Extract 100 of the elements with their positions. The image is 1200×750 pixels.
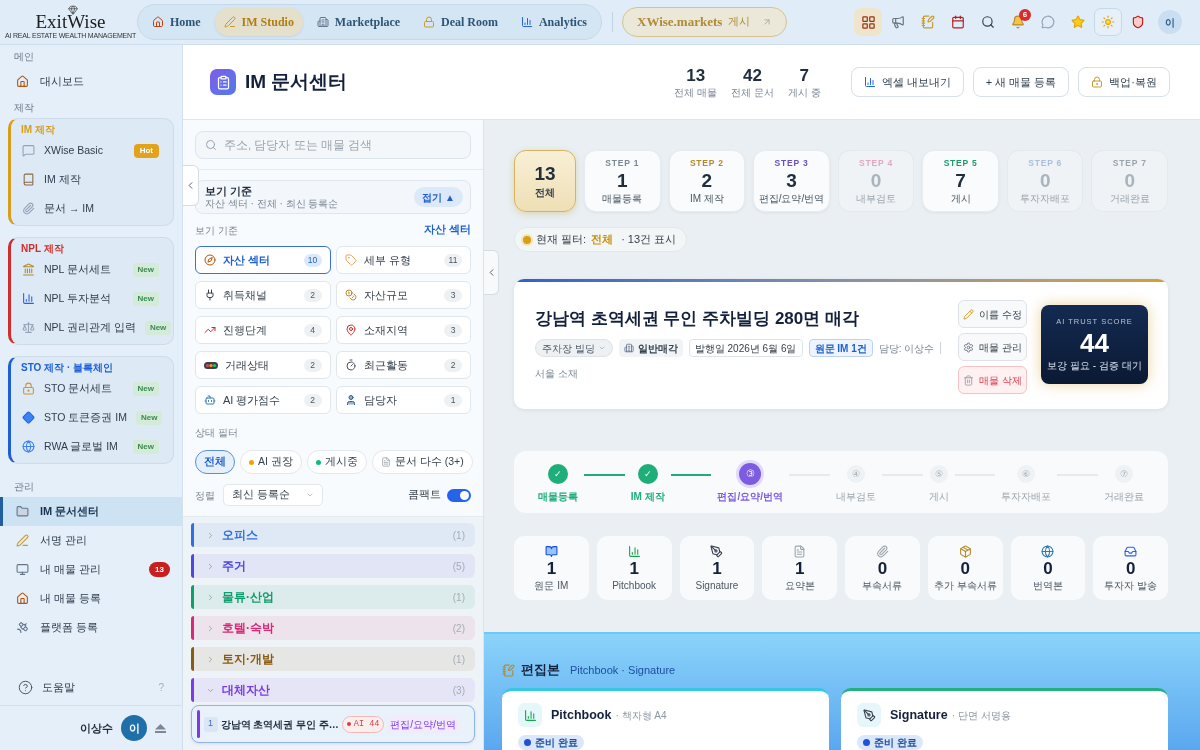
sidebar-item[interactable]: 내 매물 등록 xyxy=(0,584,182,613)
sidebar-item[interactable]: NPL 권리관계 입력 New xyxy=(11,313,173,342)
new-badge: New xyxy=(132,381,159,396)
step-name: 매물등록 xyxy=(538,490,578,504)
view-option[interactable]: AI 평가점수 2 xyxy=(195,386,331,414)
filter-chip[interactable]: AI 권장 xyxy=(240,450,302,474)
count-pill: 4 xyxy=(303,323,322,337)
nav-tab[interactable]: Deal Room xyxy=(414,8,508,36)
source-tag[interactable]: 원문 IM 1건 xyxy=(808,339,873,357)
search-field[interactable]: 주소, 담당자 또는 매물 검색 xyxy=(195,131,471,159)
section-label: 관리 xyxy=(13,480,35,494)
nav-tab[interactable]: Marketplace xyxy=(307,8,410,36)
step-name: IM 제작 xyxy=(630,490,665,504)
view-option[interactable]: 최근활동 2 xyxy=(335,351,471,379)
timer-icon xyxy=(344,359,357,371)
listing-action[interactable]: 이름 수정 xyxy=(958,300,1027,328)
satellite-icon xyxy=(16,621,29,634)
category-row[interactable]: 주거 (5) xyxy=(191,554,475,578)
group-title: STO 제작 · 블록체인 xyxy=(20,361,115,374)
stage-card[interactable]: 13 전체 xyxy=(514,150,576,212)
sidebar-item[interactable]: IM 제작 xyxy=(11,165,173,194)
category-name: 호텔·숙박 xyxy=(222,620,274,637)
category-row[interactable]: 호텔·숙박 (2) xyxy=(191,616,475,640)
stat-label: 전체 문서 xyxy=(731,86,774,99)
bar-chart-icon xyxy=(627,545,641,558)
sidebar-item[interactable]: 대시보드 xyxy=(0,67,182,96)
sidebar-item[interactable]: IM 문서센터 xyxy=(0,497,182,526)
view-option[interactable]: 자산규모 3 xyxy=(335,281,471,309)
sidebar-item[interactable]: XWise Basic Hot xyxy=(11,136,173,165)
category-row[interactable]: 토지·개발 (1) xyxy=(191,647,475,671)
eject-icon[interactable] xyxy=(155,723,166,733)
stage-card[interactable]: STEP 3 3 편집/요약/번역 xyxy=(753,150,830,212)
sidebar-item[interactable]: 내 매물 관리 13 xyxy=(0,555,182,584)
lock-icon xyxy=(423,16,436,28)
pen-icon xyxy=(16,534,29,547)
user-avatar[interactable]: 이 xyxy=(1158,10,1182,34)
listing-row[interactable]: 1 강남역 초역세권 무인 주… AI 44 편집/요약/번역 xyxy=(191,705,475,743)
view-option[interactable]: 거래상태 2 xyxy=(195,351,331,379)
count-pill: 3 xyxy=(444,288,462,302)
help-item[interactable]: 도움말 ? xyxy=(0,673,182,701)
sidebar-item[interactable]: STO 문서세트 New xyxy=(11,374,173,403)
collapse-toggle[interactable]: 접기 ▲ xyxy=(414,187,463,207)
filter-chip[interactable]: 문서 다수 (3+) xyxy=(371,450,473,474)
category-row[interactable]: 대체자산 (3) xyxy=(191,678,475,702)
pen-icon xyxy=(223,16,236,28)
nav-tab[interactable]: Home xyxy=(143,8,210,36)
nav-tab[interactable]: Analytics xyxy=(511,8,596,36)
toolbar-action[interactable]: 엑셀 내보내기 xyxy=(850,67,964,97)
view-option[interactable]: 진행단계 4 xyxy=(195,316,331,344)
collapse-handle[interactable] xyxy=(484,250,499,295)
sidebar-item[interactable]: STO 토큰증권 IM New xyxy=(11,403,173,432)
step-name: 편집/요약/번역 xyxy=(717,490,783,504)
type-select[interactable]: 주차장 빌딩 xyxy=(535,339,613,357)
category-row[interactable]: 오피스 (1) xyxy=(191,523,475,547)
sort-select[interactable]: 최신 등록순 xyxy=(223,484,323,506)
compact-toggle[interactable] xyxy=(447,488,471,502)
stage-card[interactable]: STEP 1 1 매물등록 xyxy=(584,150,661,212)
grid-button[interactable] xyxy=(854,8,882,36)
sidebar-item[interactable]: NPL 문서세트 New xyxy=(11,255,173,284)
sidebar-item[interactable]: 플랫폼 등록 xyxy=(0,613,182,642)
document-icon xyxy=(380,457,391,467)
user-avatar[interactable]: 이 xyxy=(121,715,147,741)
filter-value: 전체 xyxy=(591,232,614,248)
trash-icon xyxy=(963,374,975,386)
sidebar-item[interactable]: NPL 투자분석 New xyxy=(11,284,173,313)
step-marker: ⑤ xyxy=(929,465,948,483)
filter-chip[interactable]: 게시중 xyxy=(306,450,367,474)
plug-icon xyxy=(204,289,216,301)
listing-action[interactable]: 매물 삭제 xyxy=(958,366,1027,394)
view-option[interactable]: 담당자 1 xyxy=(335,386,471,414)
toolbar-action[interactable]: 백업·복원 xyxy=(1078,67,1170,97)
document-icon xyxy=(793,545,807,558)
stage-card[interactable]: STEP 5 7 게시 xyxy=(922,150,999,212)
tag-icon xyxy=(344,254,357,266)
view-option[interactable]: 세부 유형 11 xyxy=(335,246,471,274)
theme-toggle-button[interactable] xyxy=(1094,8,1122,36)
category-count: (1) xyxy=(452,590,465,605)
inbox-icon xyxy=(1124,545,1138,558)
view-option[interactable]: 자산 섹터 10 xyxy=(195,246,331,274)
view-option[interactable]: 소재지역 3 xyxy=(335,316,471,344)
collapse-handle[interactable] xyxy=(183,165,199,206)
bank-icon xyxy=(22,263,35,276)
view-option[interactable]: 취득채널 2 xyxy=(195,281,331,309)
sidebar-item[interactable]: RWA 글로벌 IM New xyxy=(11,432,173,461)
bell-icon xyxy=(1011,15,1025,29)
toggle-label: 콤팩트 xyxy=(408,487,441,503)
listing-action[interactable]: 매물 관리 xyxy=(958,333,1027,361)
notifications-button[interactable]: 6 xyxy=(1004,8,1032,36)
filter-label: 현재 필터: xyxy=(536,232,587,248)
bar-chart-icon xyxy=(22,292,35,305)
edition-detail: · 책자형 A4 xyxy=(615,708,667,723)
category-name: 오피스 xyxy=(222,527,258,544)
stage-card[interactable]: STEP 2 2 IM 제작 xyxy=(668,150,746,212)
bar-chart-icon xyxy=(520,16,533,28)
toolbar-action[interactable]: + 새 매물 등록 xyxy=(972,67,1070,97)
logo-wordmark: ExitWise xyxy=(35,11,106,32)
sidebar-item[interactable]: 서명 관리 xyxy=(0,526,182,555)
sidebar-item[interactable]: 문서 → IM xyxy=(11,194,173,223)
filter-chip[interactable]: 전체 xyxy=(195,450,235,474)
globe-icon xyxy=(1041,545,1055,558)
